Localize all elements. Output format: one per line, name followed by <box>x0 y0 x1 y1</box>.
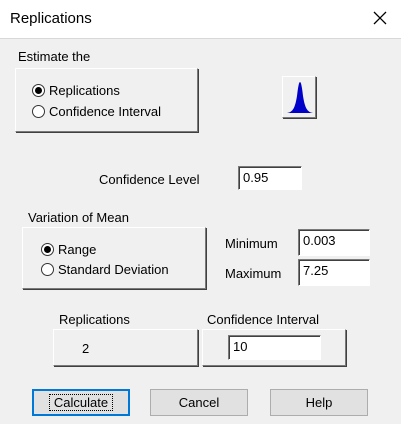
close-icon[interactable] <box>369 6 391 30</box>
radio-replications-dot[interactable] <box>32 84 45 97</box>
help-button[interactable]: Help <box>270 389 368 416</box>
radio-standard-deviation[interactable]: Standard Deviation <box>41 262 169 277</box>
confidence-level-label: Confidence Level <box>99 172 200 187</box>
radio-replications[interactable]: Replications <box>32 83 120 98</box>
maximum-label: Maximum <box>225 266 282 281</box>
help-button-label: Help <box>305 395 333 410</box>
title-bar: Replications <box>0 0 401 38</box>
minimum-input[interactable]: 0.003 <box>298 229 370 256</box>
variation-panel: Range Standard Deviation <box>22 227 206 289</box>
replications-result-label: Replications <box>59 312 130 327</box>
variation-label: Variation of Mean <box>28 210 129 225</box>
radio-replications-label: Replications <box>49 83 120 98</box>
radio-confidence-interval[interactable]: Confidence Interval <box>32 104 161 119</box>
dialog-body: Estimate the Replications Confidence Int… <box>0 38 401 424</box>
calculate-button[interactable]: Calculate <box>32 389 130 416</box>
ci-result-input[interactable]: 10 <box>228 335 321 360</box>
radio-range-dot[interactable] <box>41 243 54 256</box>
radio-standard-deviation-dot[interactable] <box>41 263 54 276</box>
ci-result-panel: 10 <box>202 329 346 366</box>
radio-confidence-interval-dot[interactable] <box>32 105 45 118</box>
replications-result-value: 2 <box>82 341 90 356</box>
normal-distribution-icon <box>287 82 313 113</box>
estimate-panel: Replications Confidence Interval <box>15 68 198 132</box>
cancel-button[interactable]: Cancel <box>150 389 248 416</box>
cancel-button-label: Cancel <box>178 395 220 410</box>
ci-result-label: Confidence Interval <box>207 312 320 327</box>
confidence-level-input[interactable]: 0.95 <box>238 166 302 190</box>
estimate-label: Estimate the <box>18 49 91 64</box>
radio-standard-deviation-label: Standard Deviation <box>58 262 169 277</box>
radio-range[interactable]: Range <box>41 242 96 257</box>
window-title: Replications <box>10 10 92 27</box>
minimum-label: Minimum <box>225 236 278 251</box>
radio-range-label: Range <box>58 242 97 257</box>
radio-confidence-interval-label: Confidence Interval <box>49 104 162 119</box>
replications-result-panel: 2 <box>53 329 198 366</box>
distribution-button[interactable] <box>282 76 316 118</box>
maximum-input[interactable]: 7.25 <box>298 259 370 286</box>
calculate-button-label: Calculate <box>48 394 114 411</box>
